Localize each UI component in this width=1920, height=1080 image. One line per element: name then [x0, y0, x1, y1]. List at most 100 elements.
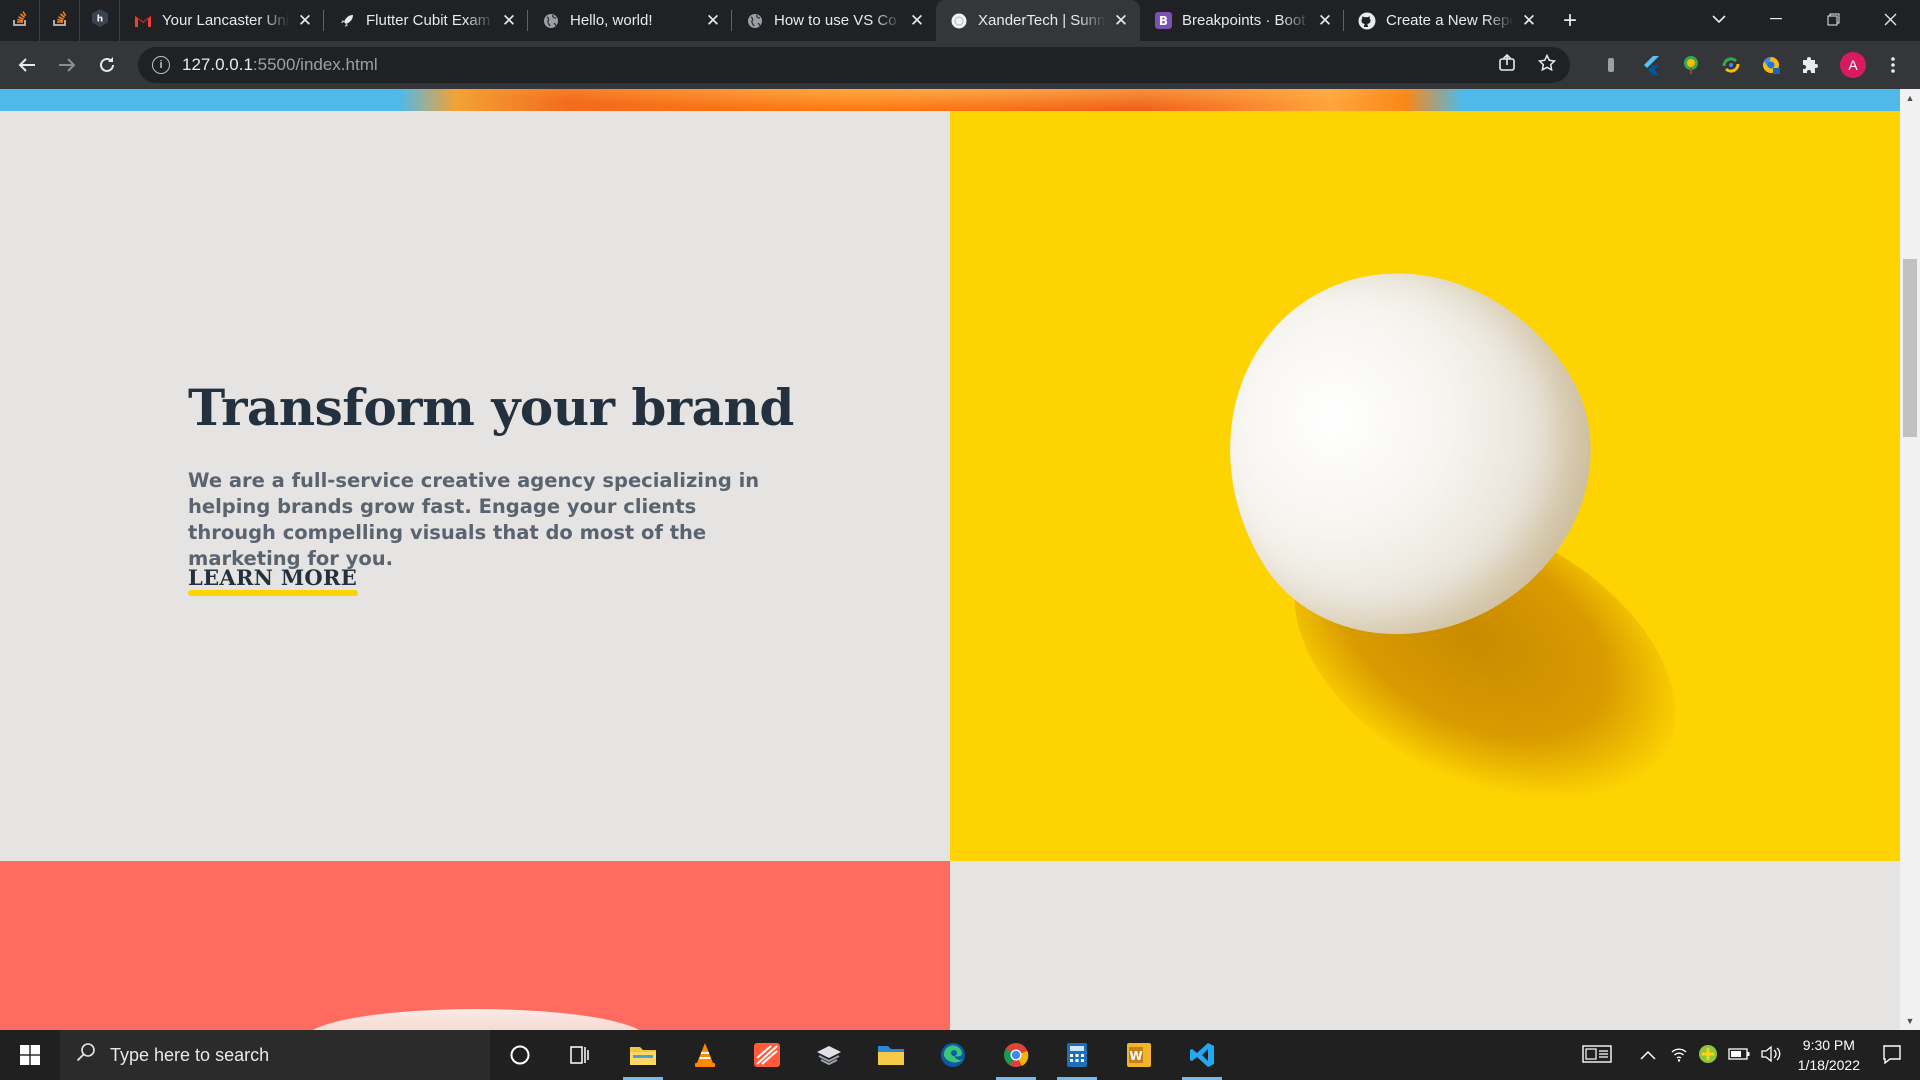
tab-bootstrap[interactable]: B Breakpoints · Boot ✕ — [1140, 0, 1344, 41]
close-icon[interactable]: ✕ — [704, 11, 722, 30]
chevron-down-icon — [1712, 14, 1726, 23]
extensions-puzzle-icon[interactable] — [1796, 50, 1826, 80]
wifi-icon[interactable] — [1670, 1046, 1688, 1065]
sync-extension-icon[interactable] — [1716, 50, 1746, 80]
bootstrap-icon: B — [1154, 12, 1172, 30]
taskbar-app-button[interactable] — [801, 1030, 857, 1080]
close-icon[interactable]: ✕ — [1112, 11, 1130, 30]
tab-title: Flutter Cubit Exam — [366, 12, 491, 29]
tab-search-button[interactable] — [1691, 0, 1747, 38]
body-text: We are a full-service creative agency sp… — [188, 469, 760, 570]
learn-more-link[interactable]: LEARN MORE — [188, 565, 357, 590]
reload-icon — [100, 57, 114, 72]
calculator-icon — [1067, 1043, 1087, 1067]
tab-lancaster[interactable]: Your Lancaster Uni ✕ — [120, 0, 324, 41]
close-icon[interactable]: ✕ — [1316, 11, 1334, 30]
task-view-icon — [570, 1046, 589, 1064]
close-icon[interactable]: ✕ — [500, 11, 518, 30]
folder-button[interactable] — [863, 1030, 919, 1080]
vlc-icon — [695, 1043, 715, 1067]
forward-button[interactable] — [47, 45, 87, 85]
learn-more-underline — [188, 590, 358, 596]
tab-github[interactable]: Create a New Repo ✕ — [1344, 0, 1548, 41]
windows-taskbar: Type here to search W 9:30 PM 1/18/2022 — [0, 1030, 1920, 1080]
stackoverflow-icon — [11, 9, 29, 32]
tab-hello-world[interactable]: Hello, world! ✕ — [528, 0, 732, 41]
pinned-tab-1[interactable] — [0, 0, 40, 41]
search-placeholder: Type here to search — [110, 1044, 270, 1065]
start-button[interactable] — [0, 1030, 60, 1080]
windows-logo-icon — [20, 1045, 40, 1065]
tab-flutter[interactable]: Flutter Cubit Exam ✕ — [324, 0, 528, 41]
file-explorer-icon — [630, 1047, 656, 1065]
egg-image-panel — [950, 111, 1900, 861]
vscode-icon — [1190, 1043, 1214, 1067]
close-window-button[interactable] — [1862, 0, 1918, 38]
restore-button[interactable] — [1805, 0, 1861, 38]
back-button[interactable] — [7, 45, 47, 85]
close-icon[interactable]: ✕ — [908, 11, 926, 30]
site-info-icon[interactable]: i — [152, 56, 170, 74]
scroll-up-arrow-icon[interactable]: ▲ — [1900, 89, 1920, 107]
task-view-button[interactable] — [552, 1030, 608, 1080]
scrollbar-thumb[interactable] — [1903, 259, 1917, 437]
svg-text:W: W — [1129, 1049, 1142, 1063]
cortana-icon — [510, 1045, 530, 1065]
taskbar-app-button[interactable] — [739, 1030, 795, 1080]
vscode-button[interactable] — [1174, 1030, 1230, 1080]
chrome-button[interactable] — [988, 1030, 1044, 1080]
notification-center-icon[interactable] — [1882, 1044, 1902, 1067]
menu-button[interactable] — [1878, 50, 1908, 80]
volume-icon[interactable] — [1760, 1045, 1782, 1066]
hackerrank-icon: h — [90, 8, 110, 33]
search-icon — [76, 1042, 96, 1068]
tab-xandertech[interactable]: XanderTech | Sunn ✕ — [936, 0, 1140, 41]
minimize-button[interactable] — [1748, 0, 1804, 38]
profile-button[interactable]: A — [1838, 50, 1868, 80]
avatar: A — [1840, 52, 1866, 78]
calculator-button[interactable] — [1049, 1030, 1105, 1080]
next-text-panel — [950, 861, 1900, 1030]
chrome-extension-icon[interactable] — [1756, 50, 1786, 80]
address-bar[interactable]: i 127.0.0.1:5500/index.html — [138, 47, 1570, 83]
headline: Transform your brand — [188, 378, 794, 437]
svg-text:h: h — [96, 15, 102, 25]
scroll-down-arrow-icon[interactable]: ▼ — [1900, 1012, 1920, 1030]
page-scrollbar[interactable]: ▲ ▼ — [1900, 89, 1920, 1030]
tab-title: XanderTech | Sunn — [978, 12, 1106, 29]
taskbar-search-box[interactable]: Type here to search — [60, 1030, 490, 1080]
share-icon[interactable] — [1498, 53, 1516, 77]
reload-button[interactable] — [87, 45, 127, 85]
keyboard-icon[interactable] — [1582, 1044, 1612, 1066]
close-icon[interactable]: ✕ — [296, 11, 314, 30]
clock[interactable]: 9:30 PM 1/18/2022 — [1786, 1035, 1872, 1075]
file-explorer-button[interactable] — [615, 1030, 671, 1080]
system-tray: 9:30 PM 1/18/2022 — [1582, 1030, 1920, 1080]
flutter-extension-icon[interactable] — [1636, 50, 1666, 80]
tab-vscode-howto[interactable]: How to use VS Co ✕ — [732, 0, 936, 41]
edge-button[interactable] — [925, 1030, 981, 1080]
app-icon — [754, 1043, 780, 1067]
browser-toolbar: i 127.0.0.1:5500/index.html A — [0, 41, 1920, 89]
bookmark-star-icon[interactable] — [1537, 53, 1557, 77]
battery-icon[interactable] — [1728, 1047, 1750, 1063]
pinned-tab-2[interactable] — [40, 0, 80, 41]
vlc-button[interactable] — [677, 1030, 733, 1080]
web-page: Transform your brand We are a full-servi… — [0, 89, 1920, 1030]
brand-text-panel: Transform your brand We are a full-servi… — [0, 111, 950, 861]
tree-extension-icon[interactable] — [1676, 50, 1706, 80]
close-icon[interactable]: ✕ — [1520, 11, 1538, 30]
word-icon: W — [1127, 1043, 1151, 1067]
globe-icon — [746, 12, 764, 30]
gmail-icon — [134, 12, 152, 30]
pinned-tab-3[interactable]: h — [80, 0, 120, 41]
hero-image-bottom-edge — [0, 89, 1900, 111]
extension-dropper-icon[interactable] — [1596, 50, 1626, 80]
new-tab-button[interactable]: + — [1548, 0, 1592, 41]
security-shield-icon[interactable] — [1698, 1044, 1718, 1067]
cortana-button[interactable] — [492, 1030, 548, 1080]
app-icon — [817, 1046, 841, 1066]
tab-title: Breakpoints · Boot — [1182, 12, 1306, 29]
word-button[interactable]: W — [1111, 1030, 1167, 1080]
chevron-up-icon[interactable] — [1640, 1047, 1656, 1063]
